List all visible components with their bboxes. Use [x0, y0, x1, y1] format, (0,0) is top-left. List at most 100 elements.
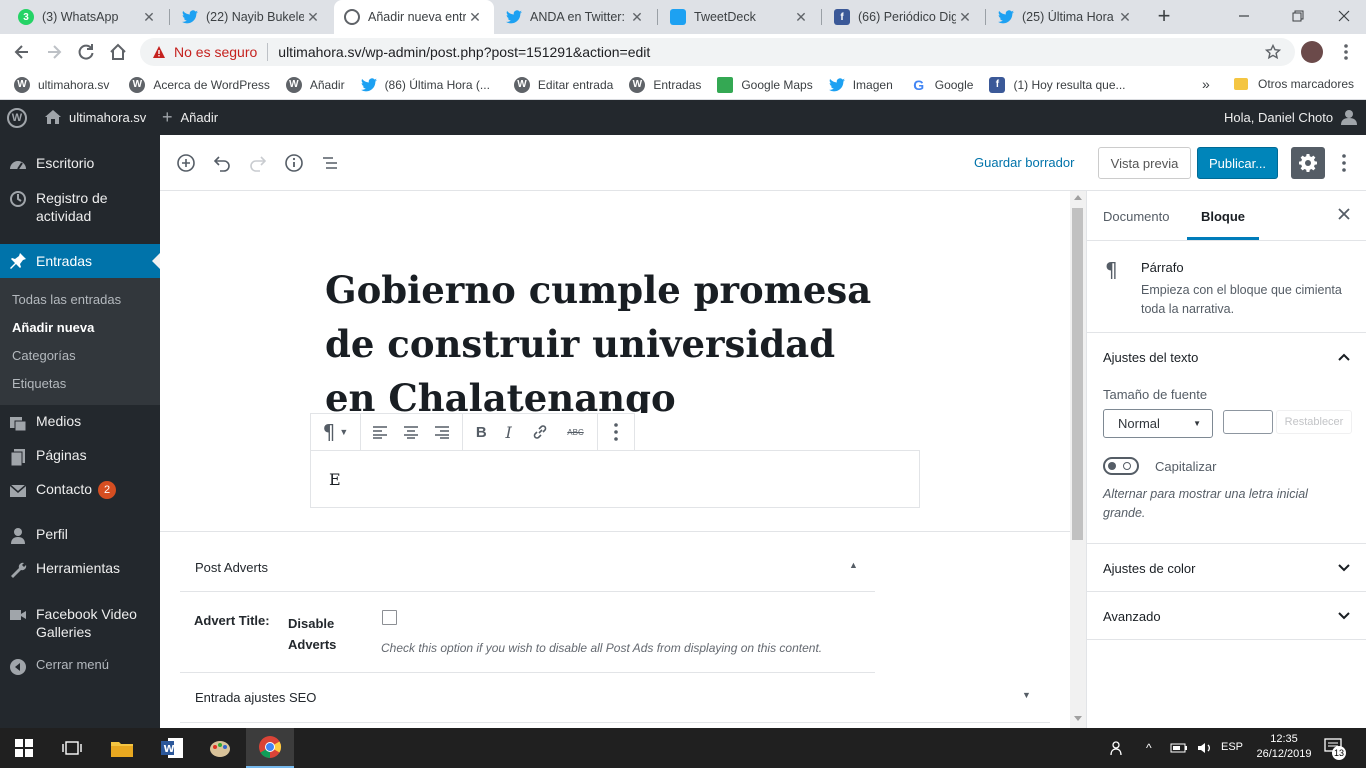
strikethrough-icon[interactable]: ABC — [567, 428, 583, 437]
tab-tweetdeck[interactable]: TweetDeck ✕ — [660, 0, 820, 34]
close-tab-icon[interactable]: ✕ — [1116, 8, 1134, 26]
sidebar-item-contacto[interactable]: Contacto 2 — [0, 481, 160, 501]
sidebar-item-medios[interactable]: Medios — [0, 413, 160, 433]
back-arrow-icon[interactable] — [12, 42, 32, 62]
close-tab-icon[interactable]: ✕ — [628, 8, 646, 26]
tab-wordpress-active[interactable]: Añadir nueva entr ✕ — [334, 0, 494, 34]
align-right-icon[interactable] — [434, 425, 450, 439]
save-draft-button[interactable]: Guardar borrador — [974, 155, 1074, 170]
font-size-select[interactable]: Normal ▼ — [1103, 409, 1213, 438]
site-name-link[interactable]: ultimahora.sv — [44, 109, 146, 125]
close-tab-icon[interactable]: ✕ — [792, 8, 810, 26]
align-center-icon[interactable] — [403, 425, 419, 439]
close-tab-icon[interactable]: ✕ — [140, 8, 158, 26]
link-icon[interactable] — [531, 423, 549, 441]
scroll-thumb[interactable] — [1072, 208, 1083, 540]
word-icon[interactable]: W — [148, 728, 196, 768]
bookmark-acerca-wordpress[interactable]: W Acerca de WordPress — [129, 76, 270, 93]
redo-icon[interactable] — [248, 153, 268, 173]
post-title[interactable]: Gobierno cumple promesa de construir uni… — [325, 263, 895, 413]
bookmark-imagen[interactable]: Imagen — [828, 77, 893, 93]
minimize-icon[interactable] — [1236, 8, 1252, 24]
close-tab-icon[interactable]: ✕ — [466, 8, 484, 26]
forward-arrow-icon[interactable] — [44, 42, 64, 62]
submenu-anadir-nueva[interactable]: Añadir nueva — [12, 320, 94, 335]
sidebar-item-facebook-video[interactable]: Facebook Video Galleries — [0, 605, 160, 641]
more-bookmarks-button[interactable]: » — [1202, 76, 1210, 92]
close-tab-icon[interactable]: ✕ — [956, 8, 974, 26]
add-new-link[interactable]: + Añadir — [162, 108, 218, 126]
submenu-categorias[interactable]: Categorías — [12, 348, 76, 363]
tab-nayib[interactable]: (22) Nayib Bukele ✕ — [172, 0, 332, 34]
reset-font-size-button[interactable]: Restablecer — [1276, 410, 1352, 434]
tab-ultima-hora[interactable]: (25) Última Hora ( ✕ — [988, 0, 1144, 34]
notifications-icon[interactable]: 13 — [1324, 738, 1346, 760]
italic-icon[interactable]: I — [505, 423, 511, 442]
bookmark-google-maps[interactable]: Google Maps — [717, 76, 813, 93]
bookmark-google[interactable]: G Google — [911, 77, 973, 93]
star-icon[interactable] — [1265, 44, 1281, 60]
sidebar-item-herramientas[interactable]: Herramientas — [0, 560, 160, 580]
tab-periodico[interactable]: f (66) Periódico Digi ✕ — [824, 0, 984, 34]
publish-button[interactable]: Publicar... — [1197, 147, 1278, 179]
other-bookmarks[interactable]: Otros marcadores — [1234, 77, 1354, 91]
restore-icon[interactable] — [1290, 8, 1306, 24]
chevron-up-icon[interactable] — [1337, 350, 1351, 364]
paint-icon[interactable] — [196, 728, 244, 768]
chrome-taskbar-icon[interactable] — [246, 728, 294, 768]
tab-documento[interactable]: Documento — [1103, 209, 1169, 224]
bookmark-editar-entrada[interactable]: W Editar entrada — [513, 76, 613, 93]
user-greeting[interactable]: Hola, Daniel Choto — [1224, 109, 1358, 125]
file-explorer-icon[interactable] — [98, 728, 146, 768]
sidebar-item-paginas[interactable]: Páginas — [0, 447, 160, 467]
address-bar[interactable]: No es seguro ultimahora.sv/wp-admin/post… — [140, 38, 1295, 66]
sidebar-item-registro[interactable]: Registro de actividad — [0, 189, 160, 225]
scroll-up-icon[interactable] — [1074, 195, 1082, 200]
post-adverts-header[interactable]: Post Adverts ▲ — [180, 532, 875, 592]
bookmark-ultimahora[interactable]: Wultimahora.sv — [14, 76, 109, 93]
bookmark-anadir[interactable]: W Añadir — [285, 76, 345, 93]
new-tab-button[interactable]: + — [1152, 5, 1176, 28]
tab-anda[interactable]: ANDA en Twitter: ✕ — [496, 0, 656, 34]
text-settings-toggle[interactable]: Ajustes del texto — [1103, 350, 1198, 365]
tab-bloque[interactable]: Bloque — [1187, 191, 1259, 240]
editor-scrollbar[interactable] — [1070, 191, 1086, 728]
tab-whatsapp[interactable]: 3 (3) WhatsApp ✕ — [8, 0, 168, 34]
wordpress-logo-icon[interactable]: W — [7, 108, 27, 128]
scroll-down-icon[interactable] — [1074, 716, 1082, 721]
bookmark-hoy-resulta[interactable]: f (1) Hoy resulta que... — [989, 76, 1126, 93]
close-panel-icon[interactable] — [1337, 207, 1351, 221]
battery-icon[interactable] — [1170, 740, 1188, 756]
block-more-icon[interactable] — [598, 413, 634, 451]
add-block-icon[interactable] — [176, 153, 196, 173]
volume-icon[interactable] — [1196, 740, 1214, 756]
profile-avatar[interactable] — [1301, 41, 1323, 63]
bold-icon[interactable]: B — [476, 424, 487, 441]
info-icon[interactable] — [284, 153, 304, 173]
paragraph-block[interactable]: E — [310, 450, 920, 508]
more-options-icon[interactable] — [1336, 153, 1352, 173]
sidebar-item-cerrar-menu[interactable]: Cerrar menú — [0, 657, 160, 677]
people-icon[interactable] — [1110, 740, 1126, 756]
align-left-icon[interactable] — [372, 425, 388, 439]
reload-icon[interactable] — [76, 42, 96, 62]
task-view-icon[interactable] — [48, 728, 96, 768]
close-tab-icon[interactable]: ✕ — [304, 8, 322, 26]
windows-start-icon[interactable] — [0, 728, 48, 768]
advanced-section[interactable]: Avanzado — [1087, 592, 1366, 640]
sidebar-item-perfil[interactable]: Perfil — [0, 526, 160, 546]
bookmark-ultima-hora[interactable]: (86) Última Hora (... — [360, 77, 490, 93]
submenu-todas[interactable]: Todas las entradas — [12, 292, 121, 307]
show-hidden-icons[interactable]: ^ — [1146, 741, 1152, 755]
url-text[interactable]: ultimahora.sv/wp-admin/post.php?post=151… — [278, 44, 650, 60]
collapse-caret-icon[interactable]: ▲ — [849, 560, 858, 570]
paragraph-transform-button[interactable]: ¶ ▼ — [311, 413, 361, 451]
settings-gear-button[interactable] — [1291, 147, 1325, 179]
sidebar-item-entradas[interactable]: Entradas — [0, 244, 160, 278]
home-icon[interactable] — [108, 42, 128, 62]
submenu-etiquetas[interactable]: Etiquetas — [12, 376, 66, 391]
dropcap-toggle[interactable] — [1103, 457, 1139, 475]
sidebar-item-escritorio[interactable]: Escritorio — [0, 155, 160, 175]
disable-adverts-checkbox[interactable] — [382, 610, 397, 625]
security-label[interactable]: No es seguro — [174, 44, 257, 60]
